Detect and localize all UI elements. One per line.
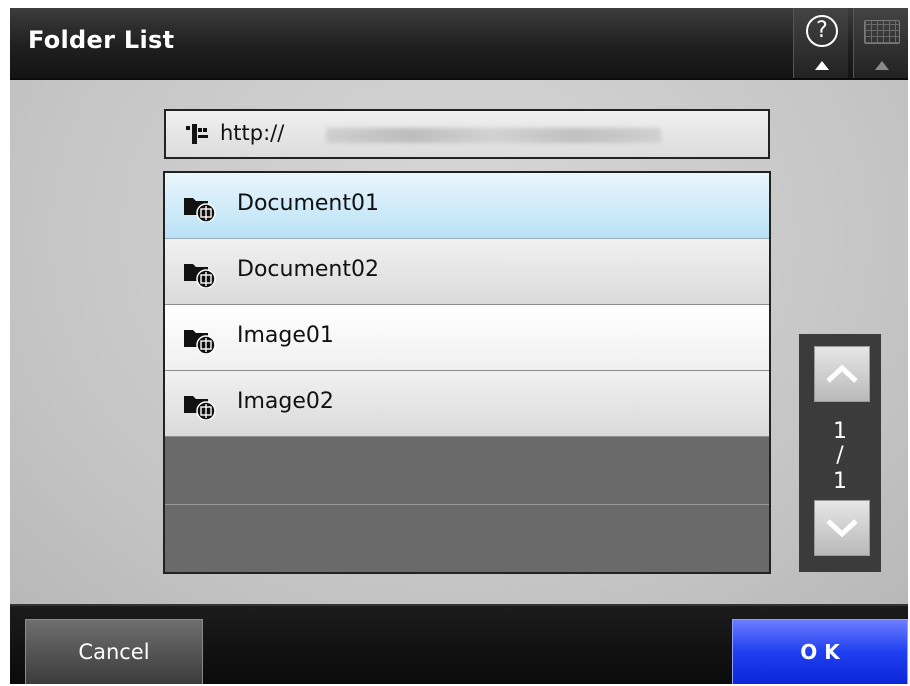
chevron-down-icon [826,519,858,538]
folder-label: Document01 [237,191,379,216]
network-folder-icon [184,396,216,420]
main-content: http:// Document01 Document02 Image01 Im… [10,80,908,604]
bottom-bar: Cancel O K [10,604,908,684]
network-folder-icon [184,198,216,222]
folder-list: Document01 Document02 Image01 Image02 [163,171,771,574]
page-down-button[interactable] [814,500,870,556]
help-button[interactable]: ? [793,8,848,78]
page-title: Folder List [28,26,175,54]
empty-row [165,505,769,572]
chevron-up-icon [826,364,858,383]
title-bar: Folder List ? [10,8,908,80]
current-page: 1 [833,419,847,444]
page-navigator: 1 / 1 [799,334,881,572]
network-tree-icon [186,124,208,144]
keyboard-button[interactable] [853,8,908,78]
triangle-up-icon [875,61,889,70]
network-folder-icon [184,264,216,288]
ok-button[interactable]: O K [732,619,908,684]
network-folder-icon [184,330,216,354]
folder-row-image01[interactable]: Image01 [165,305,769,371]
folder-row-document01[interactable]: Document01 [165,173,769,239]
triangle-up-icon [815,61,829,70]
path-prefix: http:// [220,121,285,145]
redacted-path [326,128,661,143]
current-path-field: http:// [164,109,770,159]
folder-label: Document02 [237,257,379,282]
folder-label: Image01 [237,323,334,348]
question-circle-icon: ? [806,15,838,47]
total-pages: 1 [833,469,847,494]
page-separator: / [836,443,844,468]
app-window: Folder List ? http:// Document01 Documen… [10,8,908,684]
folder-row-document02[interactable]: Document02 [165,239,769,305]
empty-row [165,437,769,505]
keyboard-icon [864,20,900,44]
cancel-button[interactable]: Cancel [25,619,203,684]
page-up-button[interactable] [814,346,870,402]
folder-label: Image02 [237,389,334,414]
folder-row-image02[interactable]: Image02 [165,371,769,437]
